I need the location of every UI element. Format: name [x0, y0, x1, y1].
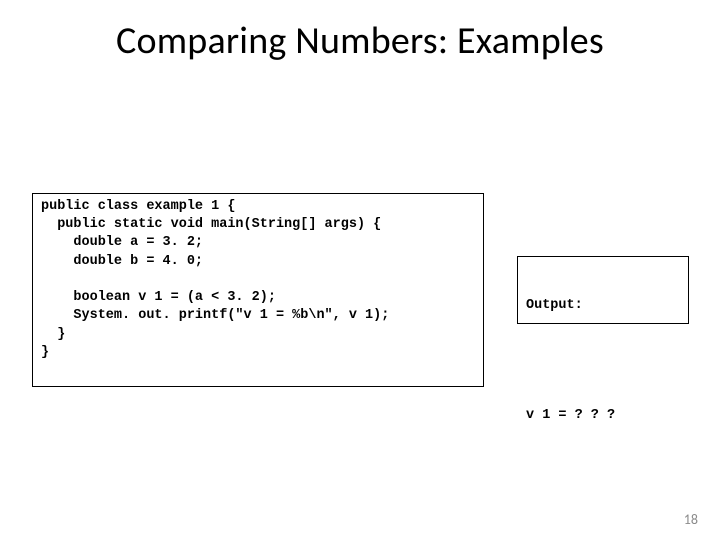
code-example-box: public class example 1 { public static v…	[32, 193, 484, 387]
page-number: 18	[684, 511, 698, 528]
slide-title: Comparing Numbers: Examples	[0, 18, 720, 64]
output-box: Output: v 1 = ? ? ?	[517, 256, 689, 324]
output-label: Output:	[526, 297, 680, 315]
spacer	[526, 352, 680, 370]
output-value: v 1 = ? ? ?	[526, 407, 680, 425]
slide: Comparing Numbers: Examples public class…	[0, 0, 720, 540]
